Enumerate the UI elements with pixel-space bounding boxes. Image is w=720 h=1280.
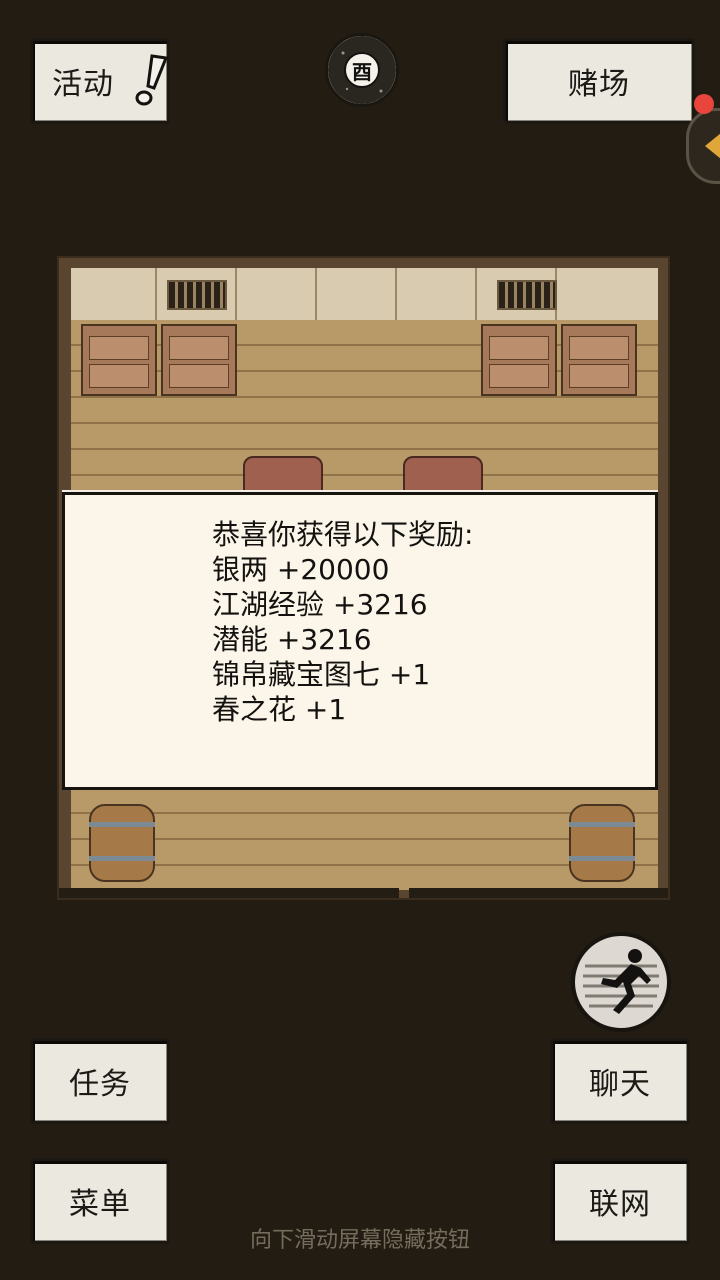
- wall-vent: [497, 280, 557, 310]
- time-of-day-icon[interactable]: 酉: [325, 33, 399, 107]
- chevron-left-icon: [705, 133, 720, 159]
- network-button-label: 联网: [589, 1187, 651, 1222]
- menu-button-label: 菜单: [69, 1187, 131, 1222]
- chat-button[interactable]: 聊天: [550, 1038, 690, 1124]
- reward-title: 恭喜你获得以下奖励:: [212, 518, 474, 551]
- side-panel-toggle[interactable]: [686, 108, 720, 184]
- notification-dot: [694, 94, 714, 114]
- activity-button-label: 活动: [52, 67, 114, 102]
- exclamation-icon: [135, 54, 169, 106]
- wall-vent: [167, 280, 227, 310]
- drawer-cabinet: [481, 324, 557, 396]
- reward-item: 江湖经验 +3216: [212, 588, 428, 621]
- reward-item: 春之花 +1: [212, 693, 347, 726]
- reward-item: 锦帛藏宝图七 +1: [212, 658, 431, 691]
- chat-button-label: 聊天: [589, 1067, 651, 1102]
- task-button-label: 任务: [69, 1067, 131, 1102]
- reward-item: 银两 +20000: [212, 553, 390, 586]
- run-button[interactable]: [571, 932, 671, 1032]
- reward-item: 潜能 +3216: [212, 623, 372, 656]
- casino-button[interactable]: 赌场: [503, 38, 695, 124]
- drawer-cabinet: [81, 324, 157, 396]
- room-wall: [71, 268, 658, 324]
- casino-button-label: 赌场: [568, 67, 630, 102]
- reward-dialog[interactable]: 恭喜你获得以下奖励: 银两 +20000 江湖经验 +3216 潜能 +3216…: [62, 492, 658, 790]
- task-button[interactable]: 任务: [30, 1038, 170, 1124]
- running-man-icon: [583, 949, 659, 1014]
- barrel: [89, 804, 155, 882]
- drawer-cabinet: [561, 324, 637, 396]
- drawer-cabinet: [161, 324, 237, 396]
- swipe-hint: 向下滑动屏幕隐藏按钮: [249, 1228, 470, 1253]
- barrel: [569, 804, 635, 882]
- time-glyph: 酉: [352, 59, 372, 84]
